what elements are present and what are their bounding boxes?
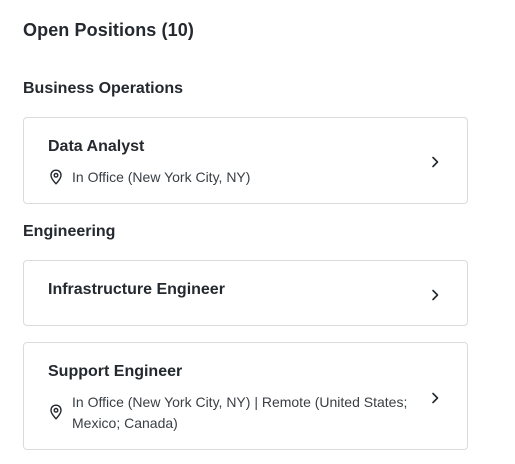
job-card-data-analyst[interactable]: Data Analyst In Office (New York City, N…	[23, 117, 468, 204]
job-card-infrastructure-engineer[interactable]: Infrastructure Engineer	[23, 260, 468, 326]
map-pin-icon	[50, 169, 62, 185]
chevron-right-icon	[432, 156, 439, 168]
chevron-right-icon	[432, 392, 439, 404]
job-location-text: In Office (New York City, NY) | Remote (…	[72, 394, 408, 431]
page-title: Open Positions (10)	[23, 20, 194, 40]
job-title: Support Engineer	[48, 363, 183, 380]
map-pin-icon	[50, 404, 62, 420]
job-title: Infrastructure Engineer	[48, 281, 225, 298]
job-location: In Office (New York City, NY) | Remote (…	[48, 392, 422, 434]
department-heading-engineering: Engineering	[23, 223, 116, 240]
job-title: Data Analyst	[48, 138, 145, 155]
chevron-right-icon	[432, 289, 439, 301]
job-card-support-engineer[interactable]: Support Engineer In Office (New York Cit…	[23, 342, 468, 450]
job-location-text: In Office (New York City, NY)	[72, 169, 251, 185]
job-location: In Office (New York City, NY)	[48, 167, 422, 188]
department-heading-business-operations: Business Operations	[23, 80, 184, 97]
